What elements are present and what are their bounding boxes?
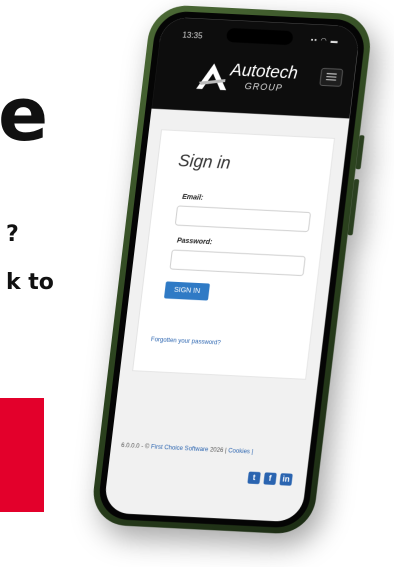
email-label: Email: <box>181 193 204 202</box>
dynamic-island <box>225 27 294 46</box>
background-headline: e <box>0 72 49 158</box>
menu-icon <box>326 76 337 78</box>
signin-card: Sign in Email: Password: SIGN IN Forgott… <box>132 129 336 380</box>
autotech-logo-icon <box>196 63 227 91</box>
brand-name: Autotech <box>229 60 299 83</box>
version-text: 6.0.0.0 - © <box>120 443 150 451</box>
promo-stage: e ? k to 13:35 ▪▪ ◠ ▬ Autotech GROUP Sig… <box>0 0 394 567</box>
menu-icon <box>326 73 337 75</box>
password-label: Password: <box>176 237 213 247</box>
cookies-link[interactable]: Cookies | <box>228 448 254 455</box>
forgot-password-link[interactable]: Forgotten your password? <box>151 337 221 346</box>
background-red-banner <box>0 398 44 512</box>
app-footer: 6.0.0.0 - © First Choice Software 2026 |… <box>116 443 299 496</box>
social-links: t f in <box>247 471 293 486</box>
footer-text: 6.0.0.0 - © First Choice Software 2026 |… <box>121 443 254 456</box>
status-icons: ▪▪ ◠ ▬ <box>310 37 339 46</box>
copyright-year: 2026 | <box>209 447 227 455</box>
status-time: 13:35 <box>181 30 204 41</box>
company-link[interactable]: First Choice Software <box>151 445 209 454</box>
email-field[interactable] <box>174 205 312 233</box>
linkedin-icon[interactable]: in <box>279 473 293 486</box>
twitter-icon[interactable]: t <box>247 471 261 485</box>
app-header: 13:35 ▪▪ ◠ ▬ Autotech GROUP <box>151 16 361 119</box>
sign-in-button[interactable]: SIGN IN <box>163 281 211 301</box>
signin-title: Sign in <box>177 151 232 173</box>
menu-icon <box>325 79 337 81</box>
menu-button[interactable] <box>319 67 344 87</box>
background-text-line: ? <box>6 222 19 247</box>
brand-subtitle: GROUP <box>244 81 284 94</box>
phone-mockup: 13:35 ▪▪ ◠ ▬ Autotech GROUP Sign in Emai… <box>89 4 374 536</box>
background-text-line: k to <box>6 270 54 295</box>
password-field[interactable] <box>169 249 306 277</box>
facebook-icon[interactable]: f <box>263 472 277 485</box>
